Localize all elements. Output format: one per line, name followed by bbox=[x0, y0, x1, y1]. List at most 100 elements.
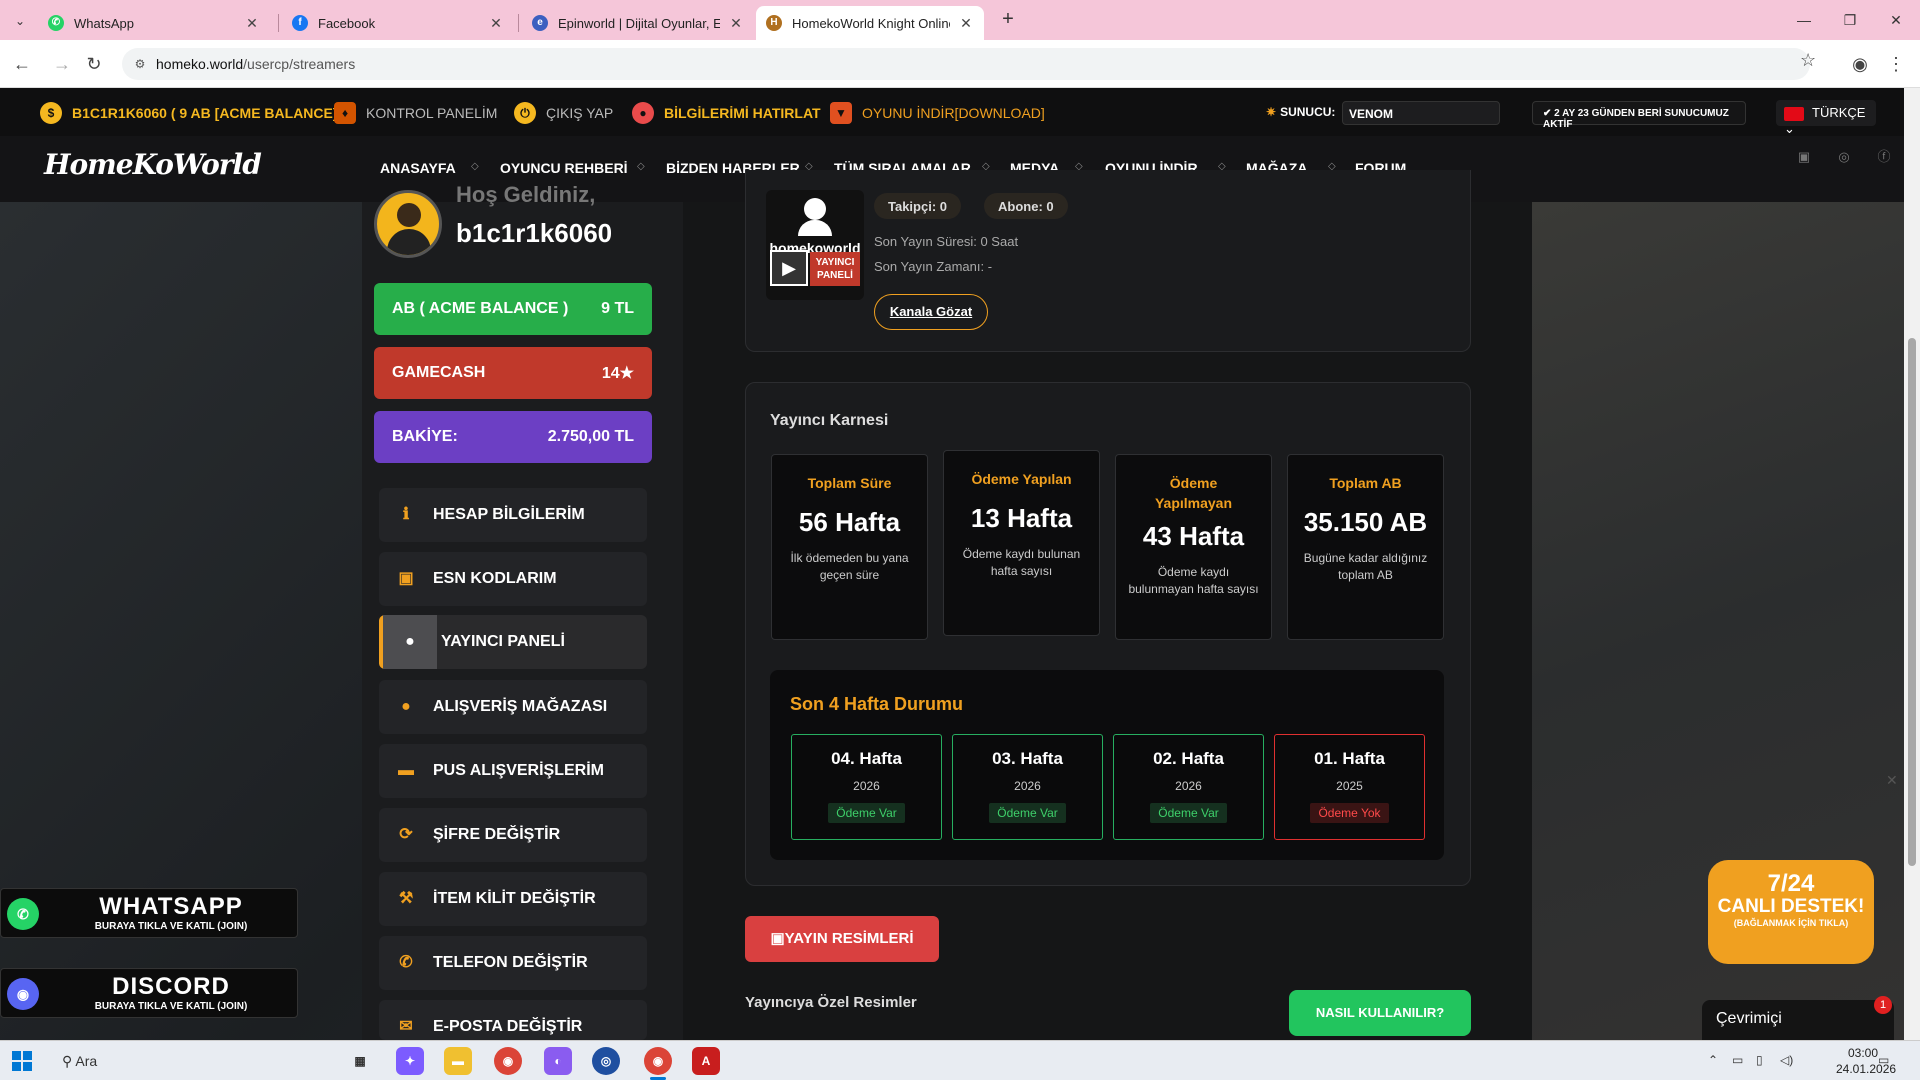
nav-anasayfa[interactable]: ANASAYFA bbox=[380, 160, 456, 176]
sidebar-item-yayinci-paneli[interactable]: ● YAYINCI PANELİ bbox=[379, 615, 647, 669]
week-label: 02. Hafta bbox=[1153, 749, 1224, 768]
browser-menu-icon[interactable]: ⋮ bbox=[1884, 52, 1908, 76]
gamecash-card[interactable]: GAMECASH 14★ bbox=[374, 347, 652, 399]
balance-text: B1C1R1K6060 ( 9 AB [ACME BALANCE] ) bbox=[72, 105, 347, 121]
sidebar-item-esn-kodlarim[interactable]: ▣ ESN KODLARIM bbox=[379, 552, 647, 606]
week-label: 03. Hafta bbox=[992, 749, 1063, 768]
tab-facebook[interactable]: f Facebook ✕ bbox=[282, 6, 514, 40]
balance-link[interactable]: $ B1C1R1K6060 ( 9 AB [ACME BALANCE] ) bbox=[40, 102, 346, 124]
windows-start-icon[interactable] bbox=[12, 1051, 32, 1071]
whatsapp-icon: ✆ bbox=[7, 898, 39, 930]
close-tab-icon[interactable]: ✕ bbox=[728, 15, 744, 32]
sidebar-item-sifre-degistir[interactable]: ⟳ ŞİFRE DEĞİŞTİR bbox=[379, 808, 647, 862]
close-icon[interactable]: ✕ bbox=[1886, 772, 1898, 789]
stream-images-label: YAYIN RESİMLERİ bbox=[784, 930, 914, 947]
network-icon[interactable]: ▭ bbox=[1732, 1053, 1743, 1067]
tab-epinworld[interactable]: e Epinworld | Dijital Oyunlar, E-Pin ✕ bbox=[522, 6, 754, 40]
balance-value: 14★ bbox=[601, 365, 634, 382]
mail-icon: ✉ bbox=[399, 1018, 413, 1035]
gavel-icon: ⚒ bbox=[398, 890, 414, 907]
sidebar-item-label: ESN KODLARIM bbox=[433, 570, 557, 587]
person-icon bbox=[804, 198, 826, 220]
online-chat-tab[interactable]: Çevrimiçi bbox=[1702, 1000, 1894, 1040]
instagram-social-icon[interactable]: ◎ bbox=[1833, 146, 1855, 168]
task-view-icon[interactable]: ▦ bbox=[346, 1047, 374, 1075]
sidebar-item-label: ALIŞVERİŞ MAĞAZASI bbox=[433, 698, 608, 715]
nav-oyuncu-rehberi[interactable]: OYUNCU REHBERİ bbox=[500, 160, 628, 176]
week-label: 01. Hafta bbox=[1314, 749, 1385, 768]
stat-total-duration: Toplam Süre 56 Hafta İlk ödemeden bu yan… bbox=[771, 454, 928, 640]
sidebar-item-alisveris-magazasi[interactable]: ● ALIŞVERİŞ MAĞAZASI bbox=[379, 680, 647, 734]
sidebar-item-pus-alisverislerim[interactable]: ▬ PUS ALIŞVERİŞLERİM bbox=[379, 744, 647, 798]
stat-value: 43 Hafta bbox=[1142, 521, 1245, 551]
server-label: ✷ SUNUCU: bbox=[1266, 105, 1335, 119]
week-year: 2026 bbox=[1175, 779, 1202, 793]
remember-icon: ● bbox=[632, 102, 654, 124]
sidebar-item-item-kilit-degistir[interactable]: ⚒ İTEM KİLİT DEĞİŞTİR bbox=[379, 872, 647, 926]
whatsapp-join-widget[interactable]: ✆ WHATSAPP BURAYA TIKLA VE KATIL (JOIN) bbox=[0, 888, 298, 938]
close-window-button[interactable]: ✕ bbox=[1876, 8, 1916, 32]
volume-icon[interactable]: ◁) bbox=[1780, 1053, 1793, 1067]
taskbar-search[interactable]: ⚲ Ara bbox=[48, 1045, 348, 1077]
url-input[interactable]: ⚙ homeko.world/usercp/streamers bbox=[122, 48, 1810, 80]
bookmark-star-icon[interactable]: ☆ bbox=[1800, 50, 1816, 71]
back-button[interactable]: ← bbox=[10, 52, 34, 76]
notifications-icon[interactable]: ▭ bbox=[1878, 1053, 1889, 1067]
forward-button[interactable]: → bbox=[50, 52, 74, 76]
refresh-icon: ⟳ bbox=[399, 826, 413, 843]
epinworld-favicon-icon: e bbox=[532, 15, 548, 31]
chrome-icon[interactable]: ◉ bbox=[494, 1047, 522, 1075]
scrollbar-thumb[interactable] bbox=[1908, 338, 1916, 866]
url-text: homeko.world/usercp/streamers bbox=[156, 56, 355, 72]
discord-social-icon[interactable]: ▣ bbox=[1793, 146, 1815, 168]
facebook-social-icon[interactable]: ⓕ bbox=[1873, 146, 1895, 168]
visit-channel-button[interactable]: Kanala Gözat bbox=[874, 294, 988, 330]
support-line2: CANLI DESTEK! bbox=[1717, 896, 1865, 917]
minimize-button[interactable]: — bbox=[1784, 8, 1824, 32]
restore-button[interactable]: ❐ bbox=[1830, 8, 1870, 32]
how-to-use-button[interactable]: NASIL KULLANILIR? bbox=[1289, 990, 1471, 1036]
live-support-widget[interactable]: 7/24 CANLI DESTEK! (BAĞLANMAK İÇİN TIKLA… bbox=[1708, 860, 1874, 964]
site-logo[interactable]: HomeKoWorld bbox=[44, 148, 262, 181]
close-tab-icon[interactable]: ✕ bbox=[244, 15, 260, 32]
reload-button[interactable]: ↻ bbox=[82, 52, 106, 76]
sidebar-item-eposta-degistir[interactable]: ✉ E-POSTA DEĞİŞTİR bbox=[379, 1000, 647, 1040]
site-info-icon[interactable]: ⚙ bbox=[132, 56, 148, 72]
pdf-reader-icon[interactable]: A bbox=[692, 1047, 720, 1075]
server-select[interactable]: VENOM bbox=[1342, 101, 1500, 125]
balance-label: AB ( ACME BALANCE ) bbox=[392, 300, 569, 317]
sidebar-item-hesap-bilgilerim[interactable]: ℹ HESAP BİLGİLERİM bbox=[379, 488, 647, 542]
close-tab-icon[interactable]: ✕ bbox=[488, 15, 504, 32]
stream-images-button[interactable]: ▣YAYIN RESİMLERİ bbox=[745, 916, 939, 962]
tray-chevron-icon[interactable]: ⌃ bbox=[1708, 1053, 1718, 1067]
balance-value: 2.750,00 TL bbox=[547, 428, 634, 445]
messenger-icon[interactable]: ◐ bbox=[544, 1047, 572, 1075]
control-panel-link[interactable]: ♦ KONTROL PANELİM bbox=[334, 102, 497, 124]
discord-join-widget[interactable]: ◉ DISCORD BURAYA TIKLA VE KATIL (JOIN) bbox=[0, 968, 298, 1018]
tab-homekoworld[interactable]: H HomekoWorld Knight Online Private ✕ bbox=[756, 6, 984, 40]
file-explorer-icon[interactable]: ▬ bbox=[444, 1047, 472, 1075]
chrome-active-icon[interactable]: ◉ bbox=[644, 1047, 672, 1075]
copilot-icon[interactable]: ✦ bbox=[396, 1047, 424, 1075]
battery-icon[interactable]: ▯ bbox=[1756, 1053, 1763, 1067]
remember-link[interactable]: ● BİLGİLERİMİ HATIRLAT bbox=[632, 102, 821, 124]
bakiye-card[interactable]: BAKİYE: 2.750,00 TL bbox=[374, 411, 652, 463]
logout-link[interactable]: ⏻ ÇIKIŞ YAP bbox=[514, 102, 613, 124]
download-link[interactable]: ▼ OYUNU İNDİR[DOWNLOAD] bbox=[830, 102, 1045, 124]
tab-whatsapp[interactable]: ✆ WhatsApp ✕ bbox=[38, 6, 270, 40]
profile-icon[interactable]: ◉ bbox=[1848, 52, 1872, 76]
week-status: Ödeme Yok bbox=[1310, 803, 1389, 823]
sidebar-item-label: TELEFON DEĞİŞTİR bbox=[433, 954, 588, 971]
tab-search-menu-icon[interactable]: ⌄ bbox=[10, 11, 30, 31]
acme-balance-card[interactable]: AB ( ACME BALANCE ) 9 TL bbox=[374, 283, 652, 335]
language-selector[interactable]: TÜRKÇE ⌄ bbox=[1776, 100, 1876, 136]
image-icon: ▣ bbox=[770, 930, 785, 947]
sidebar-item-telefon-degistir[interactable]: ✆ TELEFON DEĞİŞTİR bbox=[379, 936, 647, 990]
new-tab-button[interactable]: + bbox=[996, 8, 1020, 32]
close-tab-icon[interactable]: ✕ bbox=[958, 15, 974, 32]
facebook-favicon-icon: f bbox=[292, 15, 308, 31]
control-panel-label: KONTROL PANELİM bbox=[366, 105, 498, 121]
game-client-icon[interactable]: ◎ bbox=[592, 1047, 620, 1075]
sidebar-item-label: PUS ALIŞVERİŞLERİM bbox=[433, 762, 604, 779]
money-icon: ▣ bbox=[398, 570, 414, 587]
